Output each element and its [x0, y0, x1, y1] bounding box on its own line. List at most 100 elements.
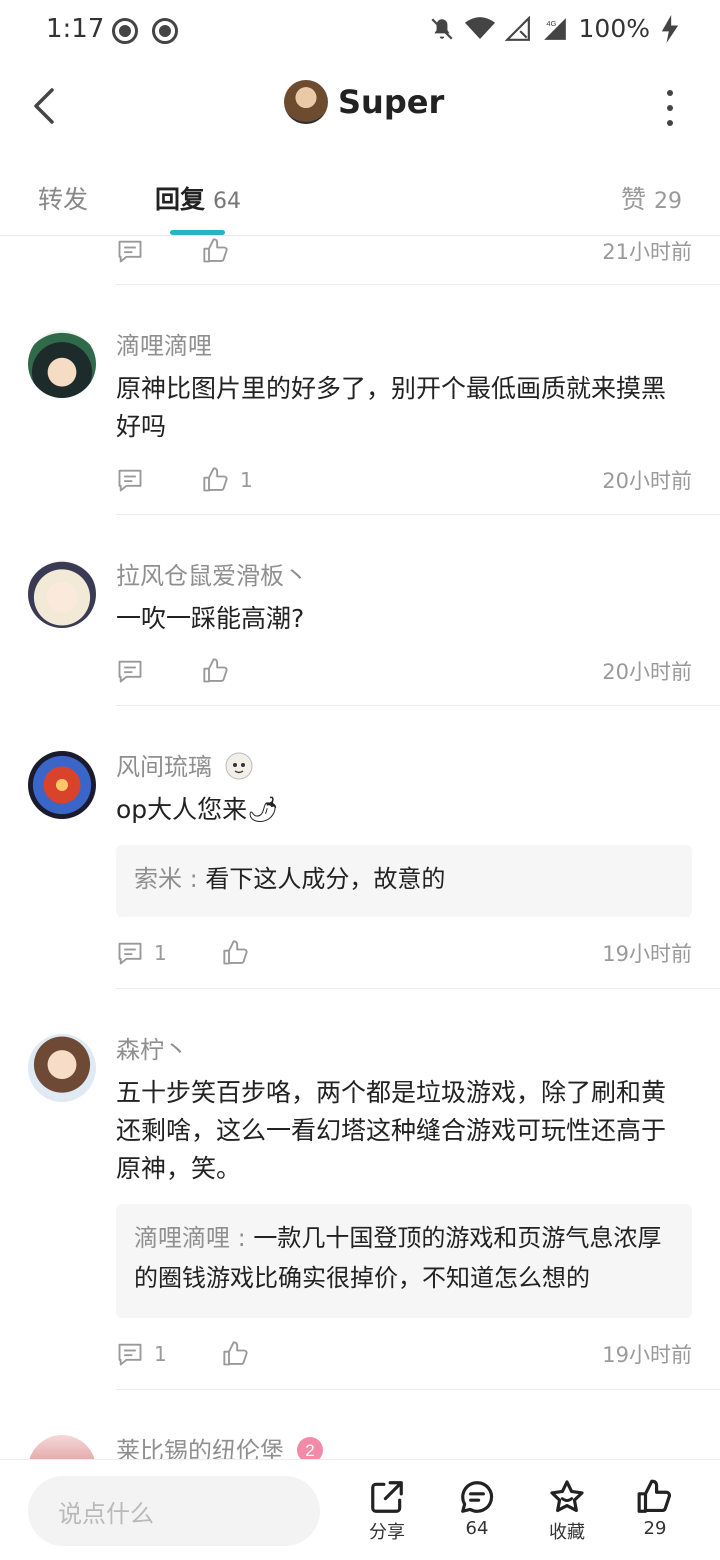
- comment-icon: [118, 240, 142, 263]
- wifi-icon: [464, 16, 495, 39]
- badge-icon: [225, 752, 253, 780]
- signal-4g-icon: 4G: [543, 17, 566, 40]
- reply-action[interactable]: 1: [116, 1340, 222, 1368]
- author-avatar: [284, 80, 328, 124]
- username[interactable]: 风间琉璃: [116, 747, 254, 782]
- divider: [116, 284, 720, 285]
- username-text: 莱比锡的纽伦堡: [116, 1437, 284, 1459]
- reply-preview[interactable]: 索米 : 看下这人成分，故意的: [116, 845, 692, 917]
- reply-preview[interactable]: 滴哩滴哩 : 一款几十国登顶的游戏和页游气息浓厚的圈钱游戏比确实很掉价，不知道怎…: [116, 1204, 692, 1318]
- tab-forward[interactable]: 转发: [38, 180, 88, 216]
- reply-action[interactable]: [116, 237, 202, 265]
- avatar[interactable]: [28, 330, 96, 398]
- avatar[interactable]: [28, 751, 96, 819]
- like-count: 1: [240, 468, 253, 492]
- reply-action[interactable]: [116, 657, 202, 685]
- comment-input[interactable]: 说点什么: [28, 1476, 320, 1546]
- like-action[interactable]: [222, 939, 342, 967]
- avatar[interactable]: [28, 1435, 96, 1459]
- tab-reply[interactable]: 回复 64: [155, 180, 241, 216]
- battery-text: 100%: [578, 14, 650, 43]
- username[interactable]: 森柠丶: [116, 1030, 188, 1065]
- reply-separator: :: [230, 1224, 254, 1252]
- comment-bubble-icon: [461, 1481, 494, 1513]
- comment-time: 20小时前: [602, 469, 692, 493]
- charging-icon: [661, 14, 679, 43]
- reply-action[interactable]: 1: [116, 939, 222, 967]
- comment-icon: [118, 469, 142, 492]
- reply-count: 1: [154, 1342, 167, 1366]
- favorite-button[interactable]: 收藏: [532, 1478, 602, 1544]
- tab-reply-count: 64: [213, 189, 242, 214]
- comments-count: 64: [465, 1518, 489, 1539]
- reply-action[interactable]: [116, 466, 202, 494]
- tab-like[interactable]: 赞 29: [621, 180, 682, 216]
- comment-icon: [118, 660, 142, 683]
- username[interactable]: 拉风仓鼠爱滑板丶: [116, 556, 308, 591]
- thumbs-up-icon: [637, 1479, 672, 1513]
- svg-text:4G: 4G: [546, 18, 556, 27]
- thumbs-up-icon: [203, 467, 228, 492]
- comment-time: 21小时前: [602, 240, 692, 264]
- no-signal-icon: [504, 15, 530, 41]
- record-icon: [112, 18, 138, 44]
- reply-author[interactable]: 索米: [134, 865, 182, 893]
- tab-forward-label: 转发: [38, 185, 89, 214]
- comment-actions: 21小时前: [116, 237, 692, 271]
- comment-text: 一吹一踩能高潮?: [116, 604, 305, 633]
- status-time: 1:17: [46, 14, 105, 44]
- thumbs-up-icon: [203, 658, 228, 683]
- comment-text: 原神比图片里的好多了，别开个最低画质就来摸黑好吗: [116, 374, 667, 441]
- share-button[interactable]: 分享: [352, 1478, 422, 1544]
- comment-actions: 20小时前: [116, 651, 692, 691]
- like-action[interactable]: [222, 1340, 342, 1368]
- title-group[interactable]: Super: [284, 80, 444, 124]
- comment-text: 五十步笑百步咯，两个都是垃圾游戏，除了刷和黄还剩啥，这么一看幻塔这种缝合游戏可玩…: [116, 1078, 667, 1183]
- status-bar: 1:17 4G 100%: [0, 0, 720, 62]
- divider: [116, 988, 720, 989]
- more-button[interactable]: [660, 90, 680, 126]
- mute-icon: [430, 17, 453, 40]
- bottom-action-bar: 说点什么 分享 64 收藏 29: [0, 1459, 720, 1560]
- reply-separator: :: [182, 865, 206, 893]
- like-action[interactable]: 1: [202, 466, 322, 494]
- username-text: 风间琉璃: [116, 753, 212, 781]
- share-label: 分享: [369, 1522, 405, 1543]
- reply-text: 看下这人成分，故意的: [205, 865, 446, 893]
- divider: [116, 514, 720, 515]
- tab-reply-label: 回复: [155, 185, 206, 214]
- comment-time: 20小时前: [602, 660, 692, 684]
- like-action[interactable]: [202, 237, 322, 265]
- svg-text:2: 2: [305, 1441, 314, 1459]
- divider: [116, 705, 720, 706]
- more-dot: [667, 120, 673, 126]
- comments-button[interactable]: 64: [442, 1478, 512, 1539]
- star-icon: [550, 1480, 584, 1513]
- thumbs-up-icon: [223, 1341, 248, 1366]
- like-button[interactable]: 29: [620, 1478, 690, 1539]
- share-icon: [371, 1481, 403, 1513]
- comment-input-placeholder: 说点什么: [58, 1499, 154, 1528]
- tab-like-label: 赞: [620, 185, 646, 214]
- tab-active-indicator: [170, 230, 225, 235]
- level-badge-icon: 2: [296, 1437, 323, 1459]
- like-action[interactable]: [202, 657, 322, 685]
- username[interactable]: 莱比锡的纽伦堡 2: [116, 1431, 324, 1459]
- comment-icon: [118, 1343, 142, 1366]
- back-icon: [34, 88, 54, 124]
- thumbs-up-icon: [203, 238, 228, 263]
- tab-like-count: 29: [654, 189, 682, 214]
- avatar[interactable]: [28, 560, 96, 628]
- comment-time: 19小时前: [602, 942, 692, 966]
- reply-author[interactable]: 滴哩滴哩: [134, 1224, 230, 1252]
- comment-list[interactable]: 21小时前 滴哩滴哩 原神比图片里的好多了，别开个最低画质就来摸黑好吗 1 20…: [0, 237, 720, 1459]
- avatar[interactable]: [28, 1034, 96, 1102]
- comment-time: 19小时前: [602, 1343, 692, 1367]
- username[interactable]: 滴哩滴哩: [116, 326, 212, 361]
- thumbs-up-icon: [223, 940, 248, 965]
- comment-actions: 1 20小时前: [116, 460, 692, 500]
- more-dot: [667, 90, 673, 96]
- comment-text: op大人您来🌶: [116, 795, 279, 824]
- back-button[interactable]: [24, 82, 64, 130]
- comment-icon: [118, 942, 142, 965]
